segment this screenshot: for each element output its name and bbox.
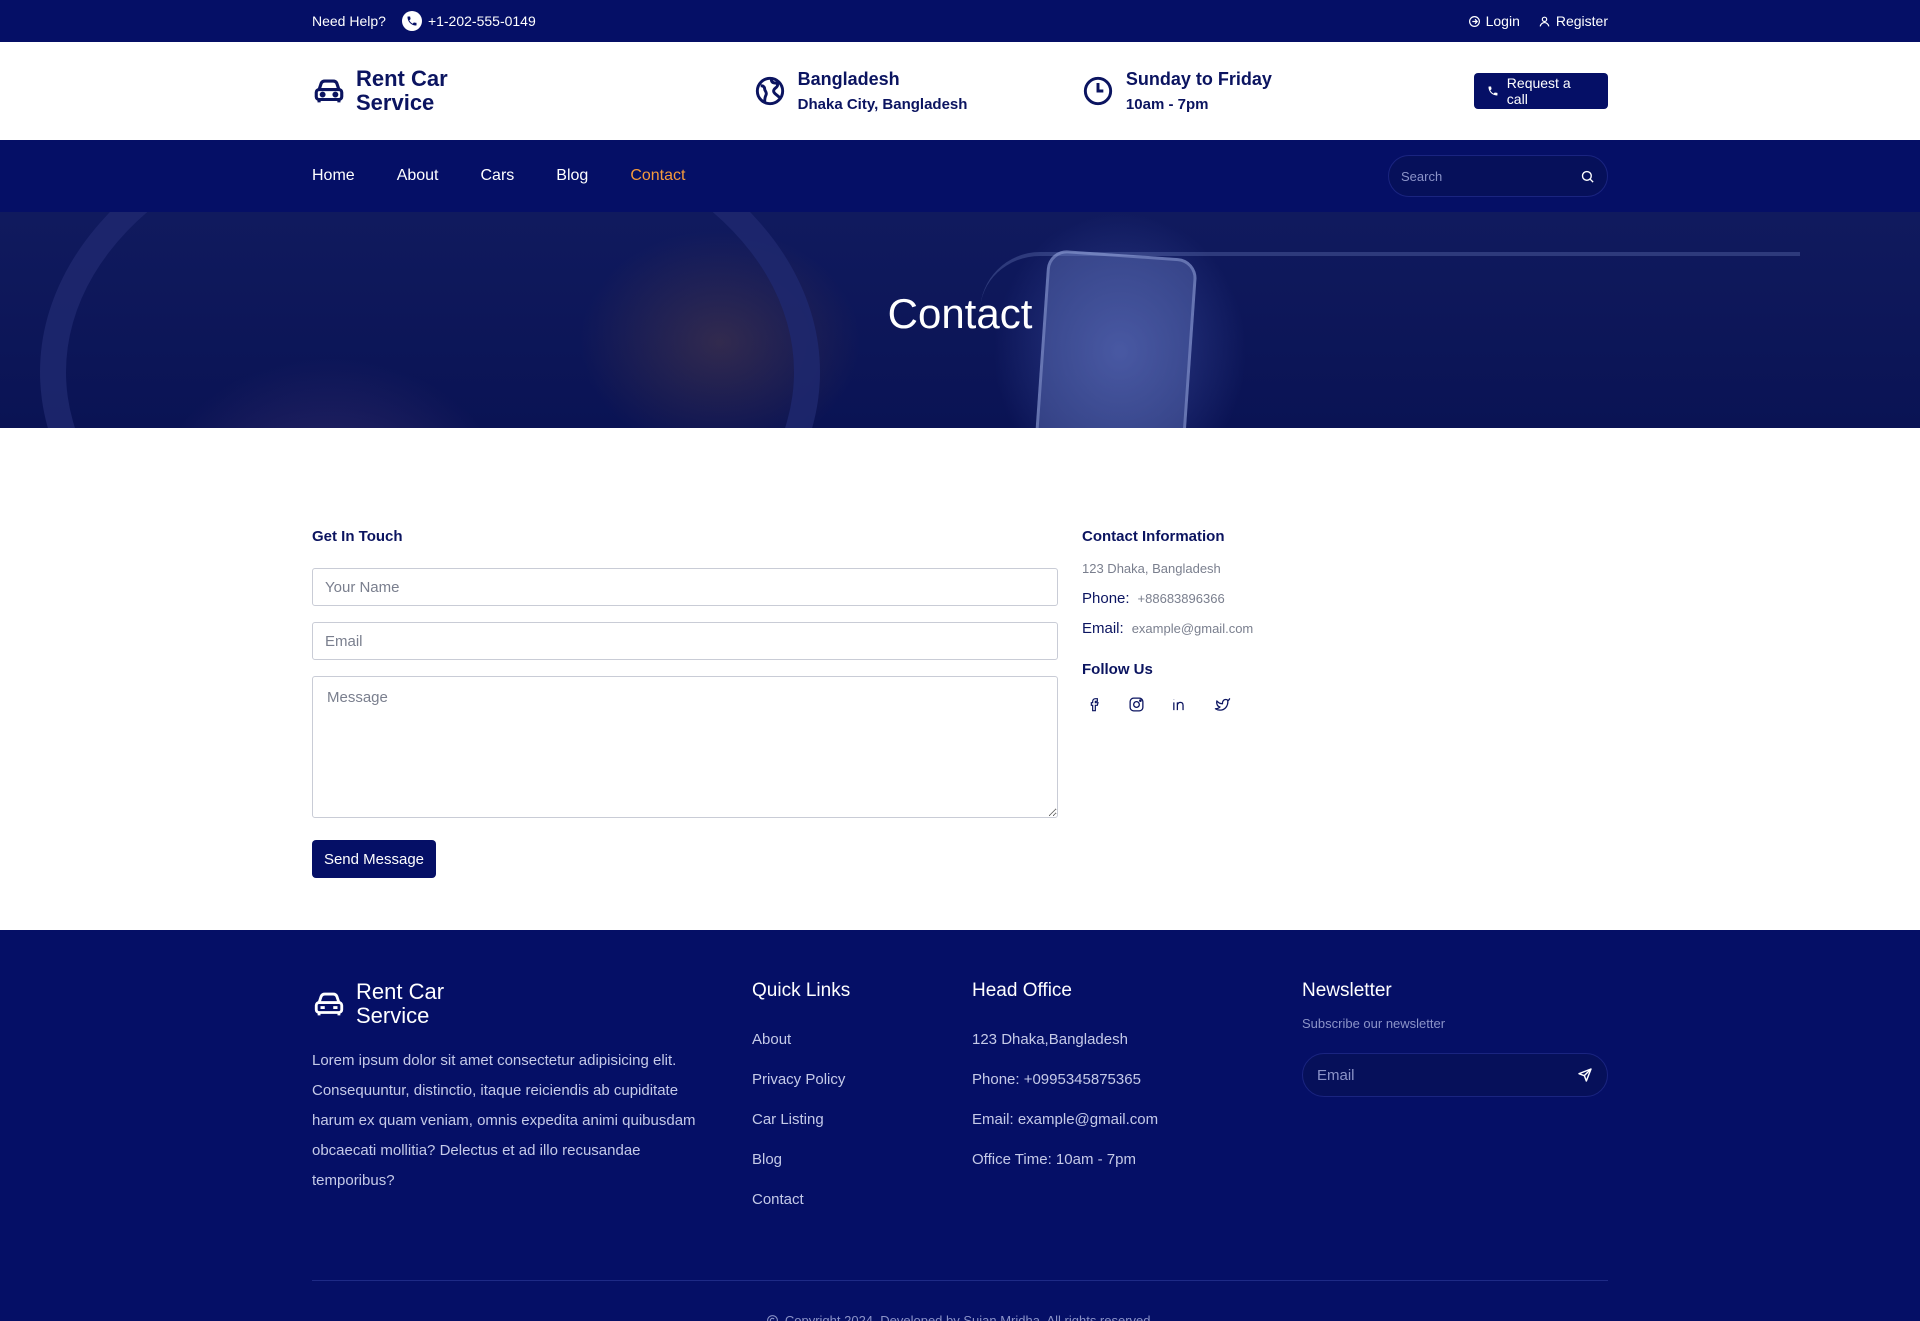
main-nav: Home About Cars Blog Contact — [0, 140, 1920, 212]
contact-email: Email: example@gmail.com — [1082, 613, 1253, 643]
get-in-touch-heading: Get In Touch — [312, 528, 403, 545]
contact-form: Get In Touch Send Message — [312, 528, 1058, 878]
brand-name: Rent Car Service — [356, 66, 448, 115]
footer-link-car-listing[interactable]: Car Listing — [752, 1100, 972, 1140]
nav-item-blog[interactable]: Blog — [556, 167, 588, 185]
hours-title: Sunday to Friday — [1125, 69, 1272, 89]
footer-link-contact[interactable]: Contact — [752, 1180, 972, 1220]
request-call-button[interactable]: Request a call — [1473, 73, 1608, 109]
footer-link-privacy-policy[interactable]: Privacy Policy — [752, 1060, 972, 1100]
instagram-icon[interactable] — [1128, 696, 1145, 713]
phone-icon — [1488, 86, 1498, 96]
register-label: Register — [1555, 13, 1608, 29]
contact-information: Contact Information 123 Dhaka, Banglades… — [1082, 528, 1253, 878]
linkedin-icon[interactable] — [1171, 696, 1188, 713]
nav-item-home[interactable]: Home — [312, 167, 355, 185]
nav-item-cars[interactable]: Cars — [481, 167, 515, 185]
search-box — [1388, 155, 1608, 197]
search-input[interactable] — [1401, 168, 1580, 184]
location-subtitle: Dhaka City, Bangladesh — [797, 96, 968, 113]
contact-information-heading: Contact Information — [1082, 528, 1225, 545]
page-title: Contact — [887, 290, 1033, 337]
footer-brand[interactable]: Rent Car Service — [312, 980, 752, 1028]
nav-links: Home About Cars Blog Contact — [312, 167, 685, 185]
site-header: Rent Car Service Bangladesh Dhaka City, … — [0, 42, 1920, 140]
footer-head-office: Head Office 123 Dhaka,Bangladesh Phone: … — [972, 980, 1302, 1280]
send-message-button[interactable]: Send Message — [312, 840, 436, 878]
contact-phone-label: Phone: — [1082, 589, 1130, 607]
email-field[interactable] — [312, 622, 1058, 660]
footer-brand-name: Rent Car Service — [356, 979, 445, 1028]
globe-icon — [755, 76, 784, 106]
login-link[interactable]: Login — [1468, 13, 1520, 29]
car-icon — [314, 79, 344, 103]
quick-links-heading: Quick Links — [752, 980, 851, 1001]
head-office-time: Office Time: 10am - 7pm — [972, 1151, 1136, 1168]
hours-subtitle: 10am - 7pm — [1125, 96, 1209, 113]
location-info: Bangladesh Dhaka City, Bangladesh — [754, 69, 1082, 113]
send-icon[interactable] — [1577, 1067, 1593, 1083]
login-label: Login — [1485, 13, 1520, 29]
newsletter-email-input[interactable] — [1317, 1066, 1577, 1084]
car-icon — [314, 992, 344, 1016]
facebook-icon[interactable] — [1086, 696, 1102, 713]
copyright-text: Copyright 2024, Developed by Sujan Mridh… — [784, 1313, 1155, 1321]
social-links — [1082, 696, 1253, 713]
nav-item-contact[interactable]: Contact — [630, 167, 685, 185]
footer-link-about[interactable]: About — [752, 1020, 972, 1060]
footer-link-blog[interactable]: Blog — [752, 1140, 972, 1180]
message-field[interactable] — [312, 676, 1058, 818]
need-help-text: Need Help? — [312, 13, 386, 29]
brand-logo[interactable]: Rent Car Service — [312, 67, 754, 115]
page-hero: Contact — [0, 212, 1920, 428]
footer-description: Lorem ipsum dolor sit amet consectetur a… — [312, 1052, 696, 1189]
topbar-phone[interactable]: +1-202-555-0149 — [401, 11, 536, 31]
head-office-email: Email: example@gmail.com — [972, 1111, 1159, 1128]
user-icon — [1539, 16, 1550, 27]
search-icon[interactable] — [1580, 169, 1595, 184]
top-bar: Need Help? +1-202-555-0149 Login Registe… — [0, 0, 1920, 42]
hours-info: Sunday to Friday 10am - 7pm — [1082, 69, 1474, 113]
newsletter-box — [1302, 1053, 1608, 1097]
phone-icon — [401, 11, 422, 31]
copyright-icon — [766, 1315, 778, 1321]
newsletter-heading: Newsletter — [1302, 980, 1392, 1001]
contact-phone-value: +88683896366 — [1137, 590, 1225, 606]
clock-icon — [1083, 76, 1113, 106]
footer-about: Rent Car Service Lorem ipsum dolor sit a… — [312, 980, 752, 1280]
contact-phone: Phone: +88683896366 — [1082, 583, 1253, 613]
contact-email-label: Email: — [1082, 619, 1124, 637]
follow-us-heading: Follow Us — [1082, 661, 1153, 678]
head-office-phone: Phone: +0995345875365 — [972, 1071, 1141, 1088]
contact-section: Get In Touch Send Message Contact Inform… — [0, 428, 1920, 930]
footer-quick-links: Quick Links About Privacy Policy Car Lis… — [752, 980, 972, 1280]
name-field[interactable] — [312, 568, 1058, 606]
nav-item-about[interactable]: About — [397, 167, 439, 185]
login-icon — [1468, 15, 1480, 27]
newsletter-subtitle: Subscribe our newsletter — [1302, 1016, 1446, 1031]
head-office-heading: Head Office — [972, 980, 1072, 1001]
register-link[interactable]: Register — [1538, 13, 1608, 29]
twitter-icon[interactable] — [1214, 696, 1231, 713]
topbar-phone-number: +1-202-555-0149 — [427, 13, 536, 29]
location-title: Bangladesh — [797, 69, 900, 89]
contact-address: 123 Dhaka, Bangladesh — [1082, 560, 1221, 576]
hero-background-phone — [1032, 249, 1198, 428]
contact-email-value: example@gmail.com — [1131, 620, 1254, 636]
copyright: Copyright 2024, Developed by Sujan Mridh… — [312, 1281, 1608, 1321]
head-office-address: 123 Dhaka,Bangladesh — [972, 1031, 1128, 1048]
site-footer: Rent Car Service Lorem ipsum dolor sit a… — [0, 930, 1920, 1321]
request-call-label: Request a call — [1506, 75, 1571, 107]
footer-newsletter: Newsletter Subscribe our newsletter — [1302, 980, 1608, 1280]
